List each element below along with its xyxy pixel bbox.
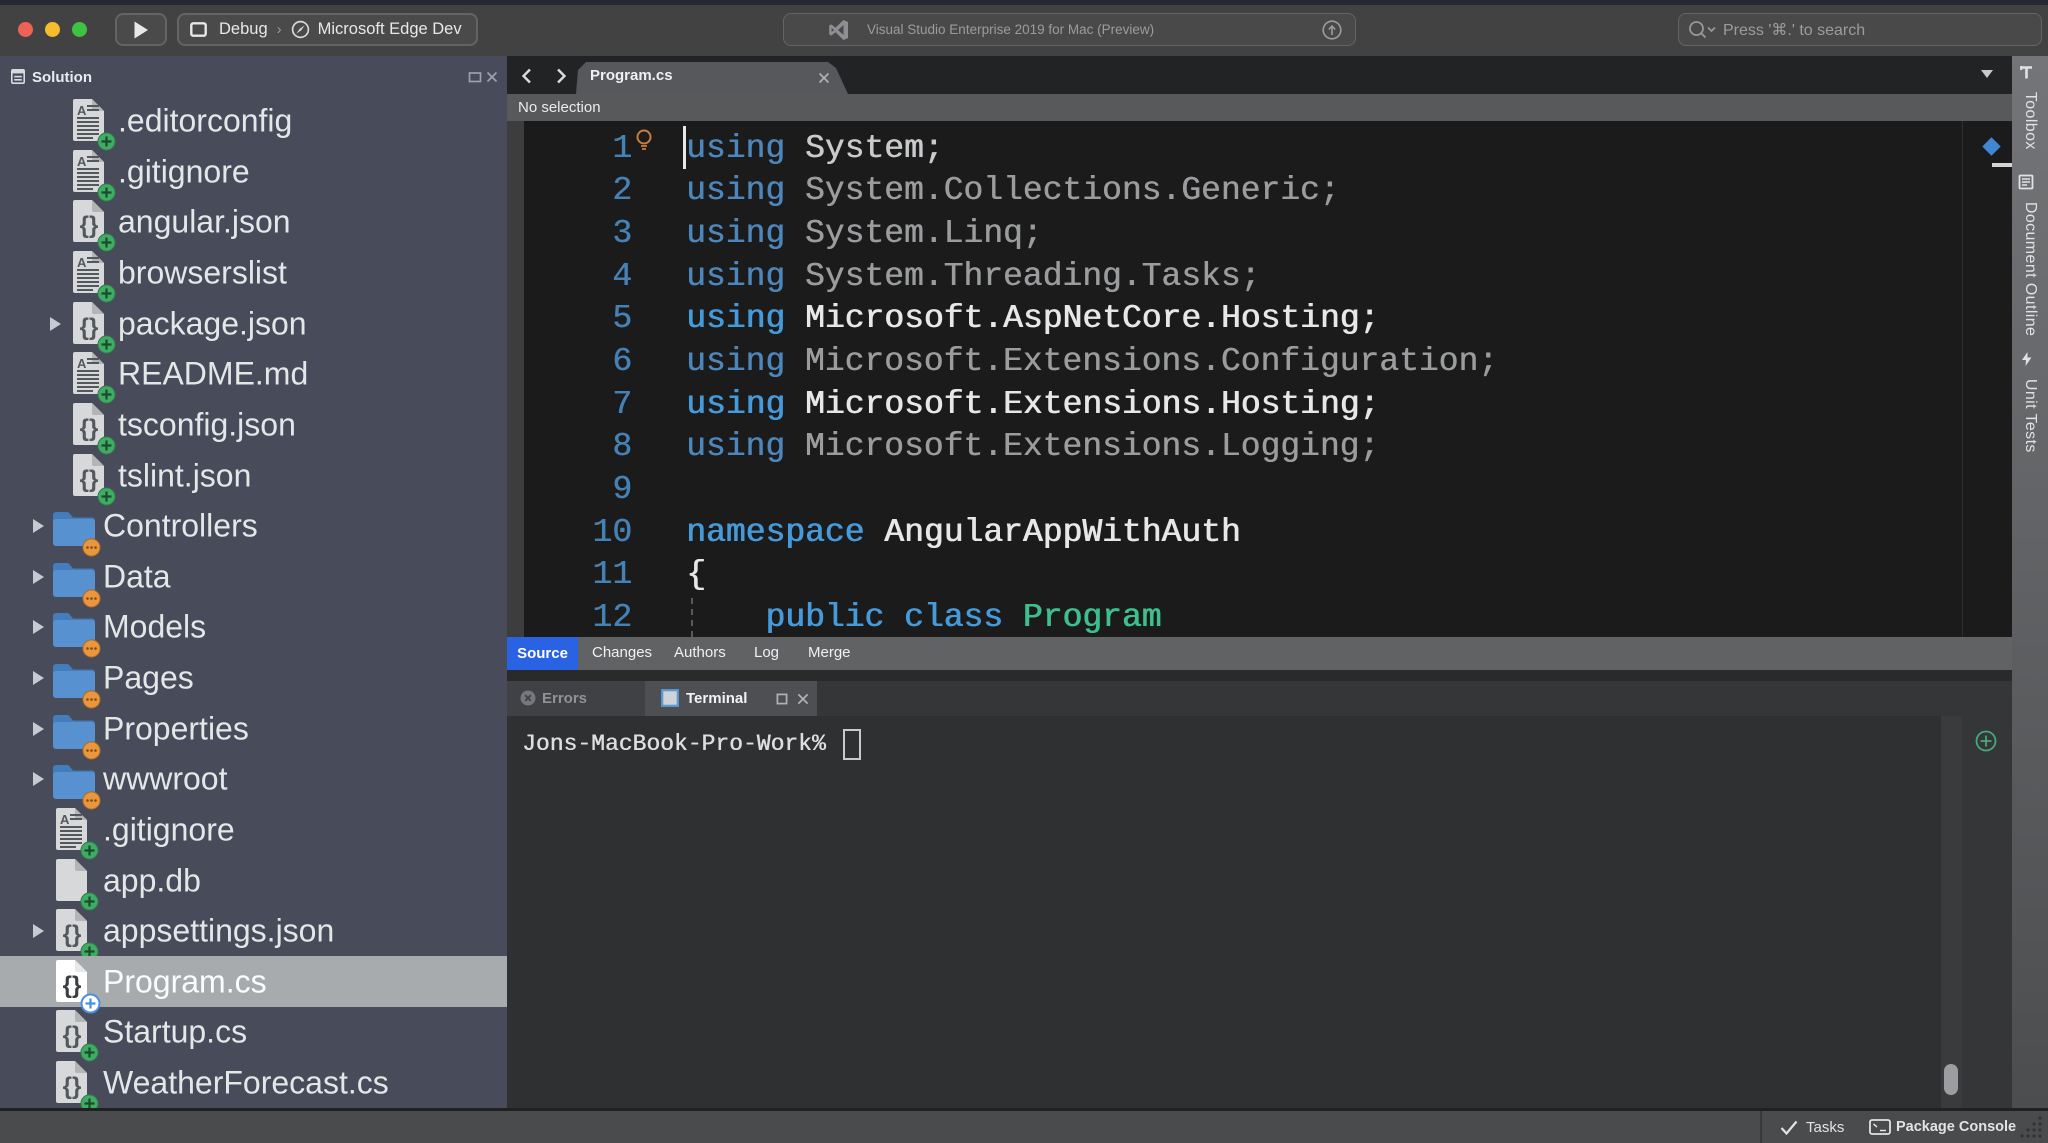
svg-text:{}: {} <box>63 972 82 999</box>
svg-text:{}: {} <box>63 1022 82 1049</box>
svg-text:{}: {} <box>80 314 99 341</box>
svg-text:{}: {} <box>80 466 99 493</box>
svg-text:A: A <box>77 103 87 118</box>
svg-text:{}: {} <box>80 212 99 239</box>
svg-text:A: A <box>77 255 87 270</box>
svg-text:{}: {} <box>80 415 99 442</box>
svg-text:A: A <box>60 812 70 827</box>
svg-text:A: A <box>77 154 87 169</box>
svg-text:{}: {} <box>63 1073 82 1100</box>
svg-text:A: A <box>77 356 87 371</box>
svg-text:{}: {} <box>63 921 82 948</box>
